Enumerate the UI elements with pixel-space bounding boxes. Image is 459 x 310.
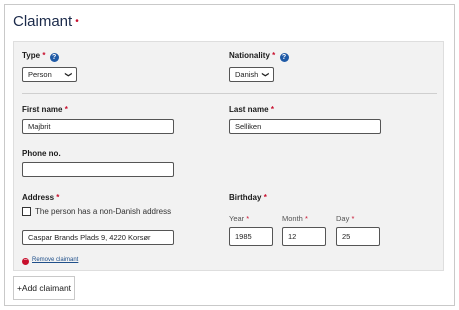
remove-icon: − (22, 257, 29, 265)
year-label-text: Year (229, 214, 245, 223)
nationality-select[interactable]: Danish ❯ (229, 67, 274, 82)
first-name-input[interactable]: Majbrit (22, 119, 174, 134)
first-name-label: First name * (22, 105, 68, 114)
section-title: Claimant • (13, 13, 79, 30)
year-input[interactable]: 1985 (229, 227, 273, 246)
section-title-text: Claimant (13, 13, 73, 30)
type-required-mark: * (42, 51, 46, 60)
non-danish-address-label: The person has a non-Danish address (35, 207, 172, 216)
month-required-mark: * (304, 214, 308, 223)
month-label-text: Month (282, 214, 303, 223)
last-name-input[interactable]: Selliken (229, 119, 381, 134)
day-label: Day * (336, 214, 354, 223)
nationality-label-text: Nationality (229, 51, 270, 60)
phone-input[interactable] (22, 162, 174, 177)
first-name-label-text: First name (22, 105, 63, 114)
nationality-select-value: Danish (235, 70, 259, 79)
remove-claimant-link[interactable]: − Remove claimant (22, 257, 78, 265)
month-input[interactable]: 12 (282, 227, 326, 246)
address-label: Address * (22, 193, 59, 202)
birthday-label-text: Birthday (229, 193, 262, 202)
type-select[interactable]: Person ❯ (22, 67, 77, 82)
year-label: Year * (229, 214, 249, 223)
nationality-required-mark: * (272, 51, 276, 60)
chevron-down-icon: ❯ (64, 71, 72, 78)
address-required-mark: * (56, 193, 60, 202)
last-name-label: Last name * (229, 105, 274, 114)
first-name-required-mark: * (64, 105, 68, 114)
day-label-text: Day (336, 214, 350, 223)
help-icon[interactable]: ? (49, 53, 59, 62)
chevron-down-icon: ❯ (261, 71, 269, 78)
day-required-mark: * (351, 214, 355, 223)
month-label: Month * (282, 214, 308, 223)
non-danish-address-checkbox[interactable] (22, 207, 31, 216)
type-label-text: Type (22, 51, 41, 60)
birthday-label: Birthday * (229, 193, 267, 202)
last-name-required-mark: * (270, 105, 274, 114)
add-claimant-button[interactable]: +Add claimant (13, 276, 75, 300)
last-name-label-text: Last name (229, 105, 269, 114)
claimant-card: Claimant • Type * ? Person ❯ Nationality … (4, 4, 455, 306)
year-required-mark: * (246, 214, 250, 223)
address-label-text: Address (22, 193, 55, 202)
phone-label: Phone no. (22, 149, 61, 158)
birthday-required-mark: * (263, 193, 267, 202)
day-input[interactable]: 25 (336, 227, 380, 246)
claimant-form-panel: Type * ? Person ❯ Nationality * ? Danish… (13, 41, 444, 271)
type-select-value: Person (28, 70, 52, 79)
type-label: Type * ? (22, 51, 59, 62)
section-divider (22, 93, 437, 94)
remove-claimant-text: Remove claimant (32, 257, 79, 263)
nationality-label: Nationality * ? (229, 51, 289, 62)
required-indicator: • (75, 16, 79, 27)
help-icon[interactable]: ? (279, 53, 289, 62)
address-input[interactable]: Caspar Brands Plads 9, 4220 Korsør (22, 230, 174, 245)
